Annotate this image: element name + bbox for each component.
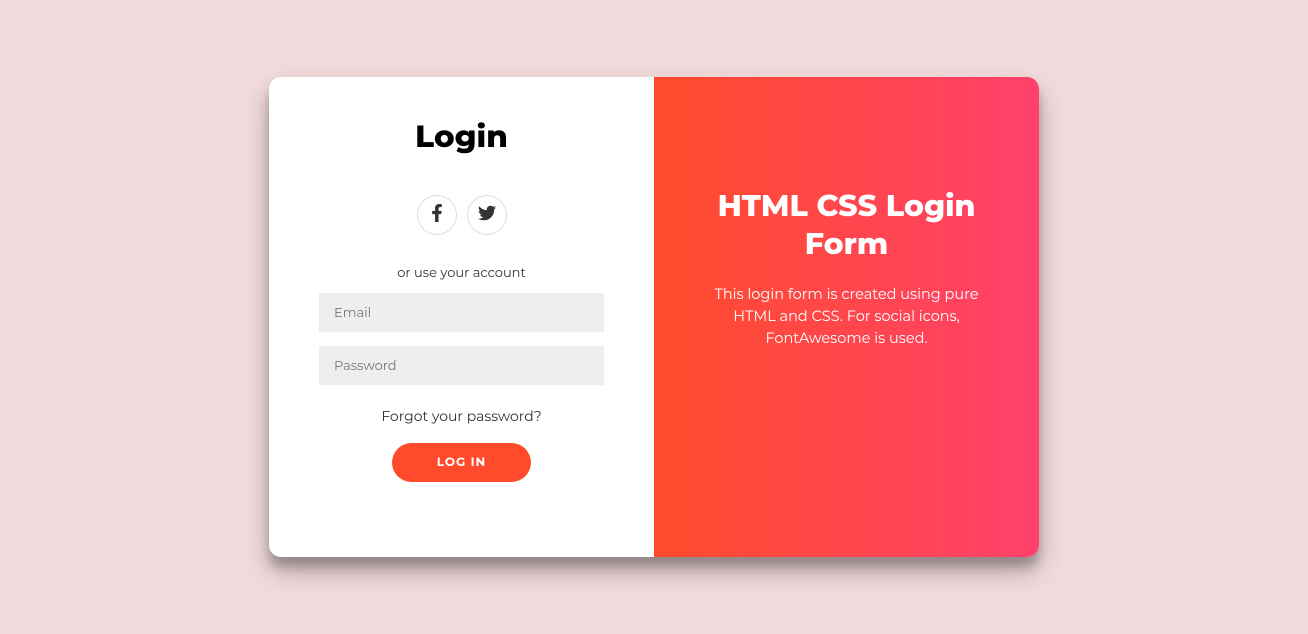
login-button[interactable]: LOG IN [392,443,532,482]
twitter-button[interactable] [467,195,507,235]
overlay-panel: HTML CSS Login Form This login form is c… [654,77,1039,557]
password-field[interactable] [319,346,604,385]
login-form-panel: Login or use your account Forgot your pa… [269,77,654,557]
twitter-icon [478,204,496,227]
subtext: or use your account [397,265,526,281]
facebook-button[interactable] [417,195,457,235]
login-card: Login or use your account Forgot your pa… [269,77,1039,557]
overlay-title: HTML CSS Login Form [694,187,999,262]
overlay-description: This login form is created using pure HT… [694,284,999,349]
login-title: Login [415,117,508,155]
social-buttons [417,195,507,235]
email-field[interactable] [319,293,604,332]
facebook-icon [428,204,446,227]
forgot-password-link[interactable]: Forgot your password? [381,407,541,425]
